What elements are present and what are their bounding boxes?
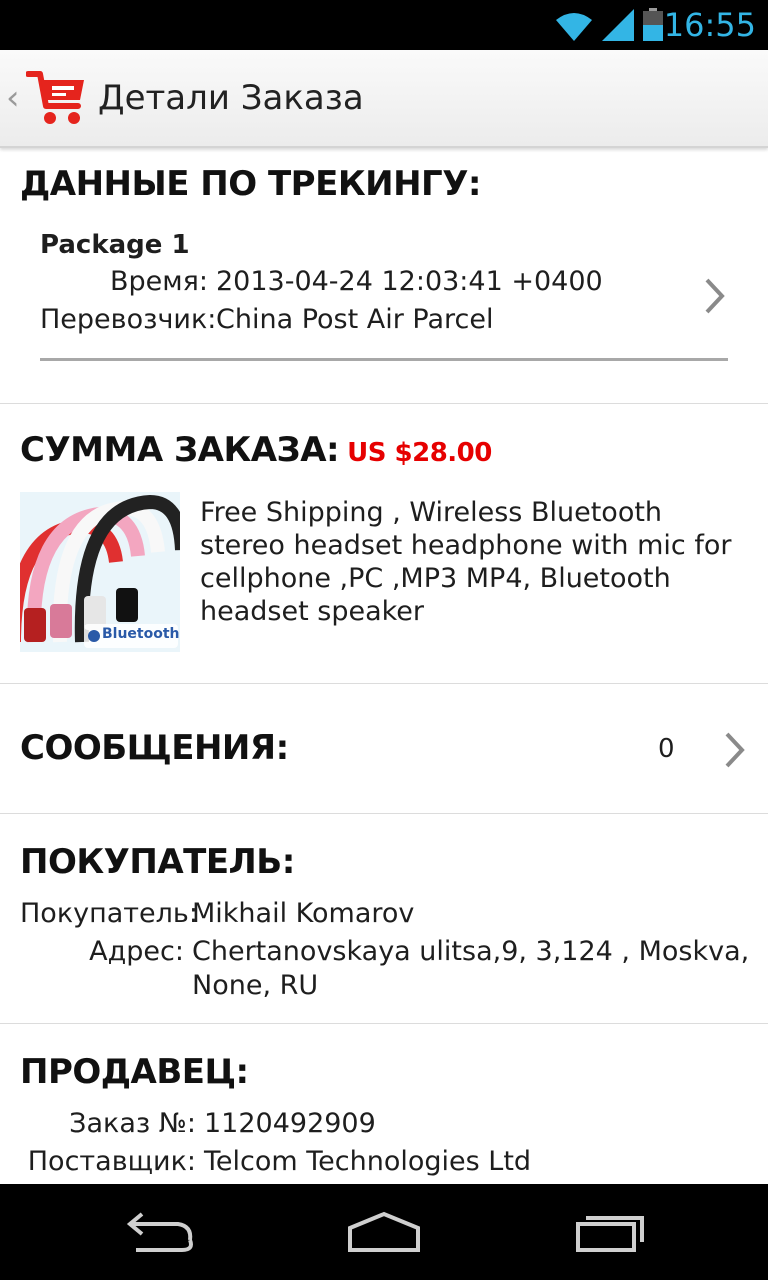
buyer-name-row: Покупатель:Mikhail Komarov xyxy=(20,898,414,929)
seller-section: ПРОДАВЕЦ: Заказ №: 1120492909 Поставщик: T… xyxy=(0,1024,768,1184)
page-title: Детали Заказа xyxy=(98,78,364,118)
tracking-chevron-icon[interactable] xyxy=(702,276,728,316)
tracking-time-value: 2013-04-24 12:03:41 +0400 xyxy=(216,266,603,297)
buyer-name-label: Покупатель: xyxy=(20,898,198,929)
seller-order-value: 1120492909 xyxy=(204,1108,376,1139)
messages-title: СООБЩЕНИЯ: xyxy=(20,728,289,768)
seller-supplier-label: Поставщик: xyxy=(27,1146,196,1177)
buyer-name-value: Mikhail Komarov xyxy=(192,898,415,929)
tracking-section[interactable]: ДАННЫЕ ПО ТРЕКИНГУ: Package 1 Время: 2013… xyxy=(0,150,768,404)
image-badge: Bluetooth 3.0 xyxy=(102,626,180,642)
wifi-icon xyxy=(556,13,592,41)
home-icon[interactable] xyxy=(344,1210,424,1254)
buyer-address-row: Адрес: Chertanovskaya ulitsa,9, 3,124 , M… xyxy=(20,936,749,967)
status-icons xyxy=(554,8,664,42)
seller-order-label: Заказ №: xyxy=(69,1108,196,1139)
order-price: US $28.00 xyxy=(347,438,492,468)
order-sum-title-row: СУММА ЗАКАЗА: US $28.00 xyxy=(20,430,492,470)
seller-title: ПРОДАВЕЦ: xyxy=(20,1052,249,1092)
order-sum-title: СУММА ЗАКАЗА: xyxy=(20,430,340,470)
navigation-bar xyxy=(0,1184,768,1280)
seller-order-row: Заказ №: 1120492909 xyxy=(20,1108,376,1139)
tracking-title: ДАННЫЕ ПО ТРЕКИНГУ: xyxy=(20,164,482,204)
seller-supplier-row: Поставщик: Telcom Technologies Ltd xyxy=(20,1146,531,1177)
tracking-time-label: Время: xyxy=(110,266,208,297)
tracking-carrier-value: China Post Air Parcel xyxy=(216,304,494,335)
status-time: 16:55 xyxy=(663,6,756,44)
tracking-divider xyxy=(40,358,728,361)
buyer-address-line1: Chertanovskaya ulitsa,9, 3,124 , Moskva, xyxy=(192,936,750,967)
back-icon[interactable] xyxy=(122,1210,202,1254)
recent-apps-icon[interactable] xyxy=(570,1210,650,1254)
product-image[interactable]: Bluetooth 3.0 xyxy=(20,492,180,652)
seller-supplier-value: Telcom Technologies Ltd xyxy=(204,1146,532,1177)
messages-chevron-icon[interactable] xyxy=(722,730,748,770)
messages-section[interactable]: СООБЩЕНИЯ: 0 xyxy=(0,684,768,814)
buyer-section: ПОКУПАТЕЛЬ: Покупатель:Mikhail Komarov А… xyxy=(0,814,768,1024)
tracking-carrier-label: Перевозчик: xyxy=(40,304,217,335)
tracking-carrier-row: Перевозчик:China Post Air Parcel xyxy=(40,304,494,335)
cart-logo-icon[interactable] xyxy=(26,66,88,128)
signal-icon xyxy=(602,9,634,41)
buyer-address-label: Адрес: xyxy=(89,936,184,967)
battery-icon xyxy=(643,8,663,41)
messages-count: 0 xyxy=(658,734,675,764)
order-details-content[interactable]: ДАННЫЕ ПО ТРЕКИНГУ: Package 1 Время: 2013… xyxy=(0,150,768,1184)
product-description[interactable]: Free Shipping , Wireless Bluetooth stere… xyxy=(200,496,745,628)
buyer-title: ПОКУПАТЕЛЬ: xyxy=(20,842,295,882)
status-bar: 16:55 xyxy=(0,0,768,50)
action-bar: ‹ Детали Заказа xyxy=(0,50,768,148)
back-chevron-icon[interactable]: ‹ xyxy=(6,78,20,118)
buyer-address-line2: None, RU xyxy=(192,970,319,1001)
package-title: Package 1 xyxy=(40,230,190,260)
tracking-time-row: Время: 2013-04-24 12:03:41 +0400 xyxy=(40,266,603,297)
